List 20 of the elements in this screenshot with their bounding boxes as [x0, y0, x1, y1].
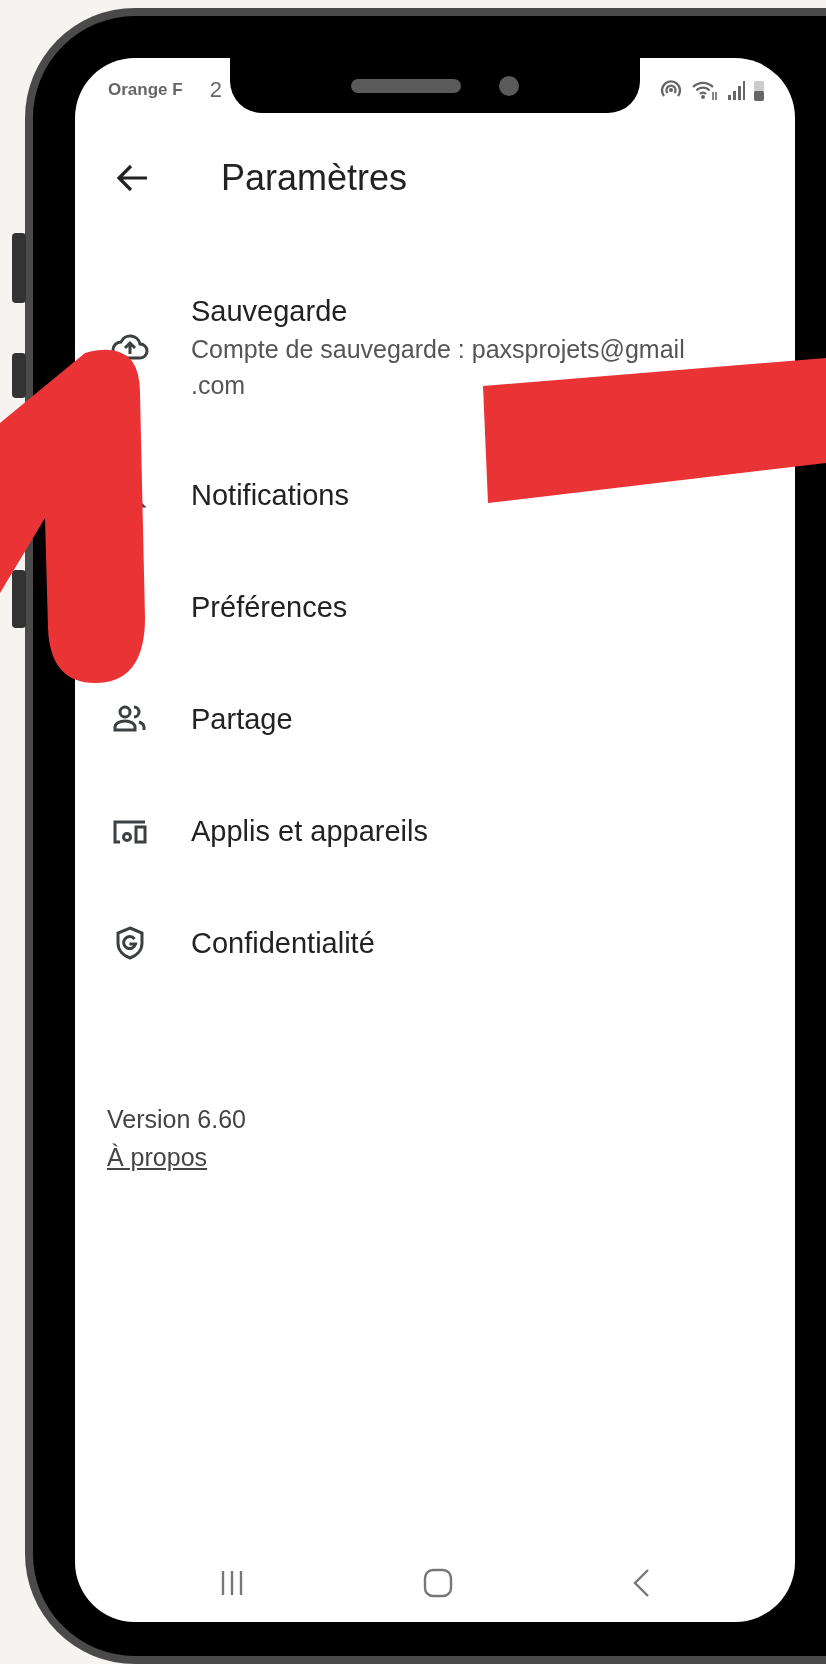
camera-dot [499, 75, 519, 96]
item-title: Sauvegarde [191, 294, 349, 329]
item-title: Partage [191, 702, 294, 737]
page-title: Paramètres [221, 157, 408, 199]
status-time: 2 [209, 77, 222, 103]
carrier-name: Orange F [108, 80, 183, 100]
back-icon[interactable] [632, 1568, 650, 1598]
item-title: Notifications [191, 478, 350, 513]
version-text: Version 6.60 [107, 1104, 247, 1135]
battery-icon [753, 79, 765, 101]
back-arrow-icon[interactable] [115, 163, 149, 193]
item-title: Préférences [191, 590, 349, 625]
signal-icon [727, 80, 745, 100]
recent-apps-icon[interactable] [220, 1569, 244, 1597]
about-link[interactable]: À propos [107, 1143, 208, 1171]
home-icon[interactable] [423, 1568, 453, 1598]
wifi-icon [691, 79, 719, 101]
item-title: Applis et appareils [191, 814, 429, 849]
item-title: Confidentialité [191, 926, 376, 961]
item-subtitle: Compte de sauvegarde : paxsprojets@gmail .com [191, 334, 686, 401]
